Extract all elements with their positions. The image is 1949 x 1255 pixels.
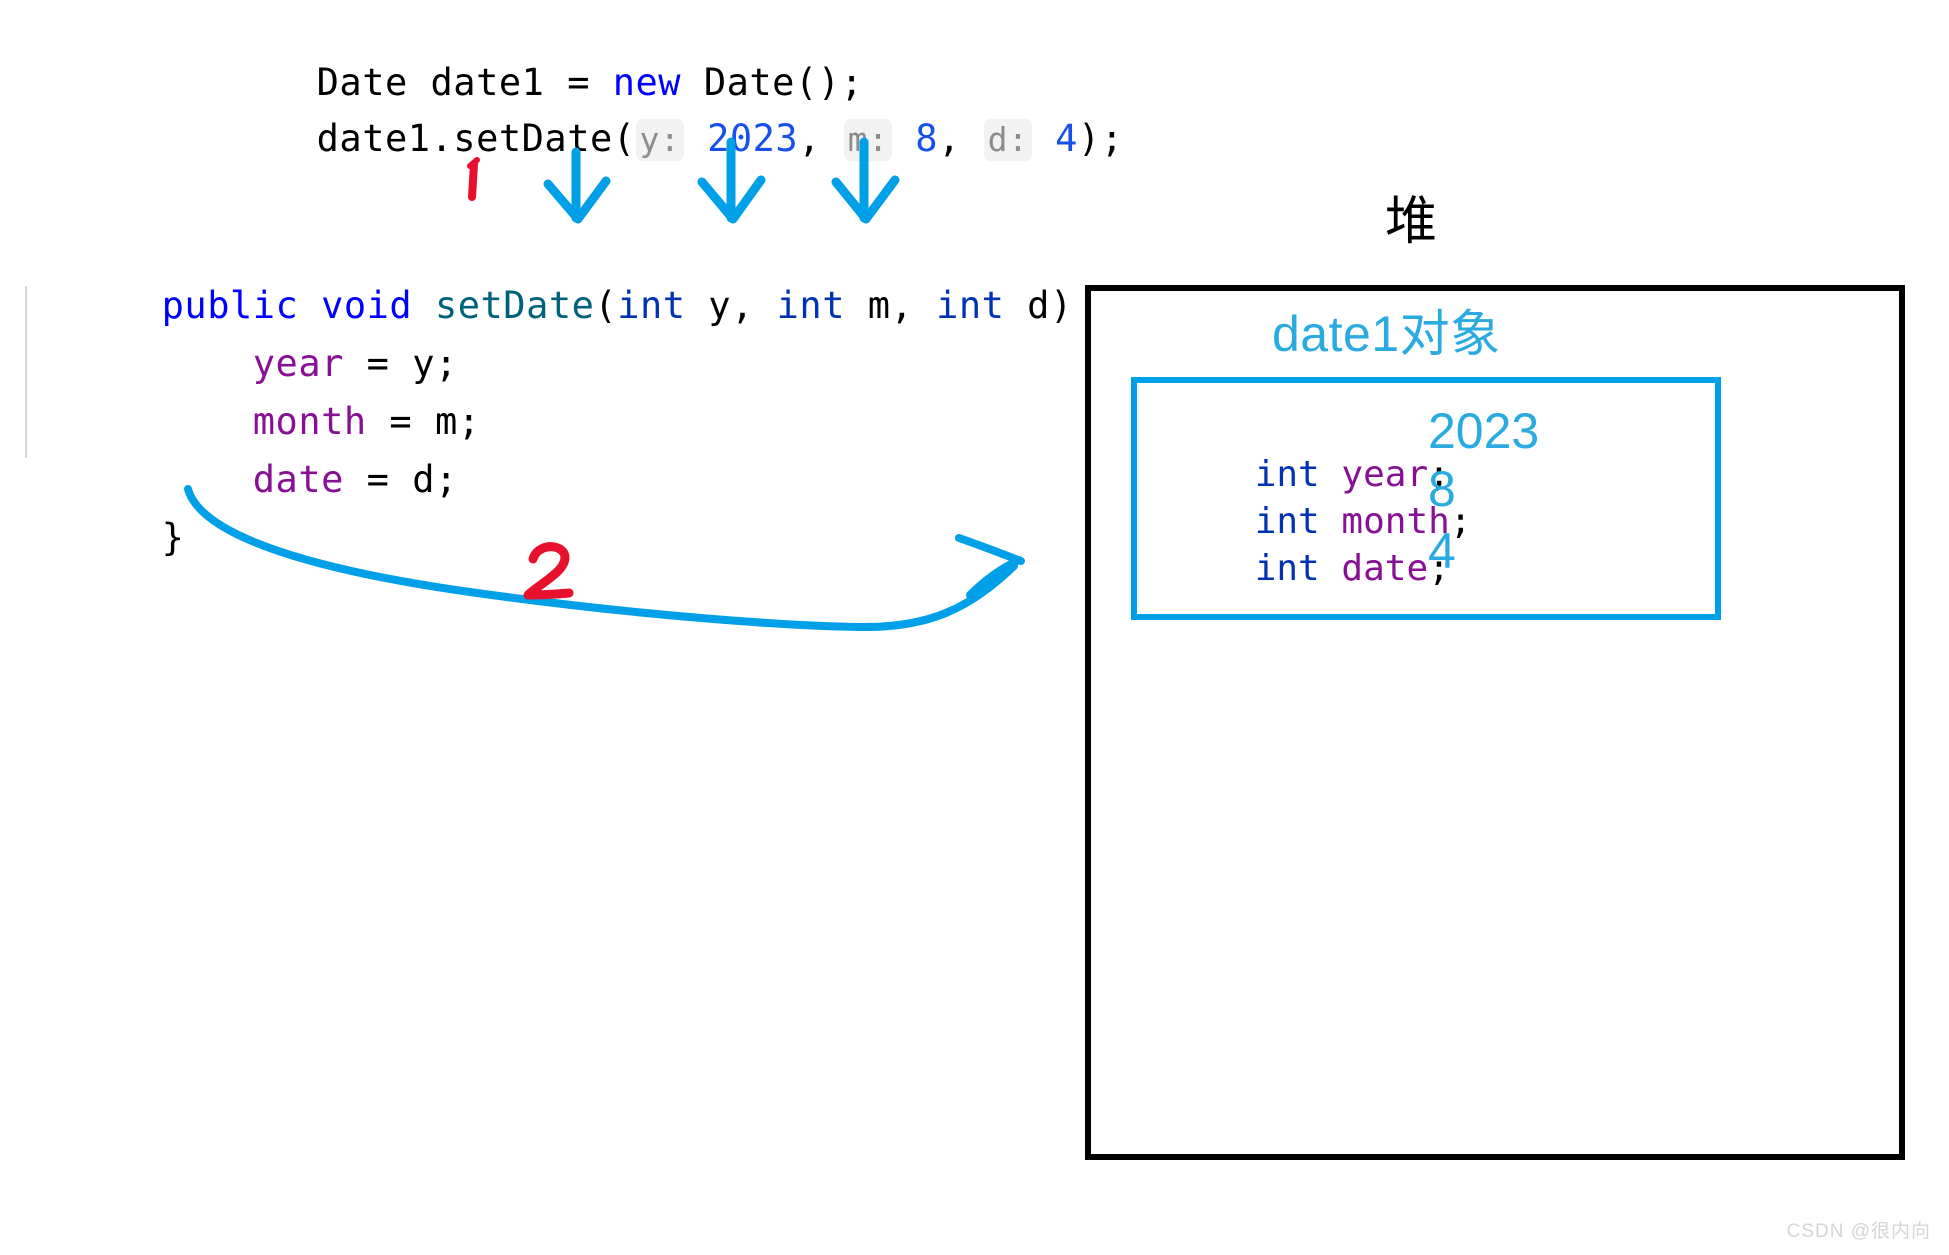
type-int: int [936,284,1005,327]
method-name-setdate: setDate [434,284,595,327]
code-line-setdate-call: date1.setDate(y: 2023, m: 8, d: 4); [180,70,1123,209]
code-token: , [938,117,984,160]
code-token: ( [594,284,618,327]
field-date: date [252,458,344,501]
heap-label: 堆 [1385,192,1438,252]
marker-step-2 [523,542,574,600]
diagram-canvas: Date date1 = new Date(); date1.setDate(y… [0,0,1949,1255]
code-token: } [161,516,185,559]
code-token: , [798,117,844,160]
field-value-year: 2023 [1428,403,1540,459]
type-int: int [776,284,845,327]
code-token: ); [1077,117,1124,160]
field-value-date: 4 [1428,523,1456,579]
arg-month-value: 8 [915,117,939,160]
type-int: int [617,284,686,327]
type-int: int [1254,548,1320,589]
param-y: y, [685,284,777,327]
param-hint-y: y: [635,119,685,161]
code-token: date1.setDate( [316,117,636,160]
field-name-date: date [1341,548,1429,589]
param-m: m, [844,284,937,327]
param-hint-d: d: [983,119,1033,161]
code-panel: Date date1 = new Date(); date1.setDate(y… [0,0,1123,559]
field-declaration-date: int date; [1168,503,1450,635]
code-line-close-brace: } [25,469,184,607]
field-value-month: 8 [1428,461,1456,517]
object-title-date1: date1对象 [1272,306,1501,362]
arg-year-value: 2023 [707,117,799,160]
code-token: = d; [343,458,458,501]
arg-date-value: 4 [1055,117,1078,160]
param-hint-m: m: [843,119,893,161]
watermark: CSDN @很内向 [1786,1221,1931,1242]
